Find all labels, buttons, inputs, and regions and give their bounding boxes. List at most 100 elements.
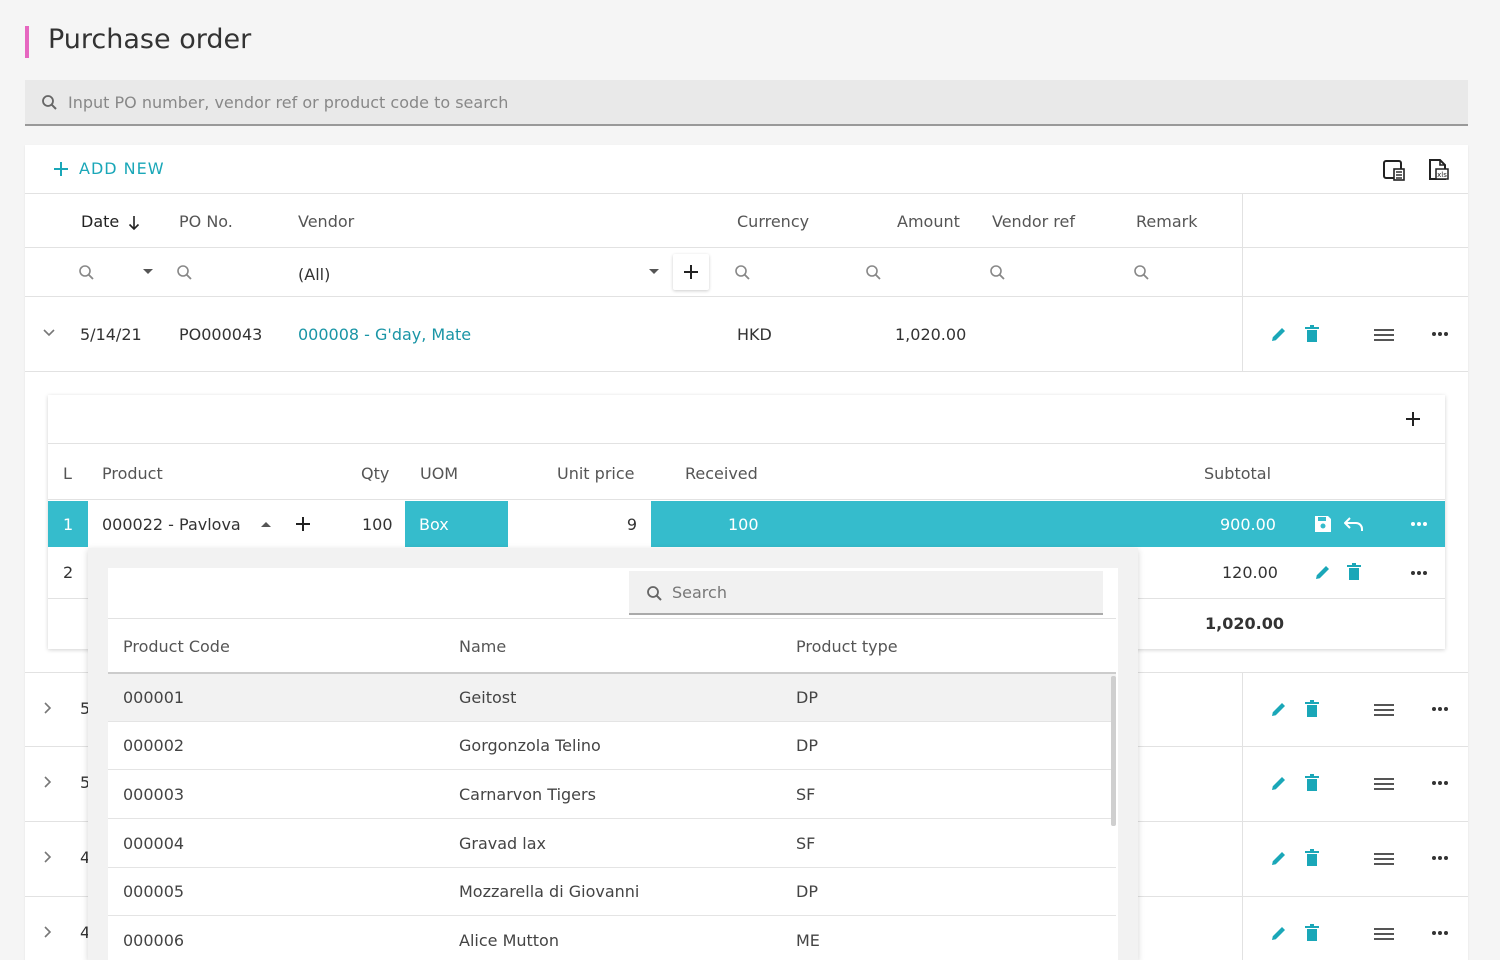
dropdown-header-name: Name — [459, 637, 507, 656]
menu-icon[interactable] — [1374, 926, 1394, 942]
delete-icon[interactable] — [1304, 849, 1320, 867]
option-code: 000002 — [123, 736, 185, 755]
header-subtotal: Subtotal — [1204, 464, 1272, 483]
delete-icon[interactable] — [1304, 700, 1320, 718]
delete-icon[interactable] — [1304, 325, 1320, 343]
plus-icon — [53, 161, 69, 177]
chevron-right-icon[interactable] — [44, 851, 52, 863]
chevron-right-icon[interactable] — [44, 702, 52, 714]
delete-icon[interactable] — [1346, 563, 1362, 581]
delete-icon[interactable] — [1304, 774, 1320, 792]
product-select[interactable]: 000022 - Pavlova 100 — [88, 501, 405, 547]
header-received: Received — [685, 464, 758, 483]
currency-filter-search-icon[interactable] — [734, 264, 752, 282]
vendor-filter-dropdown-icon[interactable] — [649, 269, 659, 275]
add-vendor-button[interactable] — [673, 254, 709, 290]
export-excel-icon[interactable]: xls — [1426, 158, 1450, 182]
dropdown-scrollbar[interactable] — [1111, 676, 1116, 826]
header-vendor-ref[interactable]: Vendor ref — [992, 212, 1075, 231]
row-date: 5/14/21 — [80, 325, 142, 344]
option-type: DP — [796, 736, 818, 755]
delete-icon[interactable] — [1304, 924, 1320, 942]
chevron-right-icon[interactable] — [44, 776, 52, 788]
plus-icon — [296, 517, 310, 531]
sort-desc-icon — [128, 215, 140, 231]
menu-icon[interactable] — [1374, 702, 1394, 718]
unit-price-input[interactable]: 9 — [508, 501, 651, 547]
option-type: SF — [796, 834, 816, 853]
date-filter-search-icon[interactable] — [78, 264, 96, 282]
dropdown-option[interactable]: 000006 Alice Mutton ME — [108, 917, 1116, 960]
search-icon — [41, 94, 59, 112]
product-value: 000022 - Pavlova — [102, 515, 241, 534]
remark-filter-search-icon[interactable] — [1133, 264, 1151, 282]
line-subtotal: 120.00 — [1222, 563, 1278, 582]
edit-icon[interactable] — [1314, 563, 1332, 581]
header-remark[interactable]: Remark — [1136, 212, 1197, 231]
add-line-button[interactable] — [1405, 411, 1421, 427]
more-icon[interactable] — [1410, 521, 1428, 527]
dropdown-option[interactable]: 000001 Geitost DP — [108, 674, 1116, 722]
save-icon[interactable] — [1314, 515, 1332, 533]
add-product-button[interactable] — [295, 516, 311, 532]
header-line: L — [63, 464, 72, 483]
header-po-no[interactable]: PO No. — [179, 212, 233, 231]
edit-icon[interactable] — [1270, 325, 1288, 343]
more-icon[interactable] — [1431, 780, 1449, 786]
header-unit-price: Unit price — [557, 464, 635, 483]
svg-text:xls: xls — [1437, 171, 1447, 179]
option-code: 000006 — [123, 931, 185, 950]
option-name: Gravad lax — [459, 834, 547, 853]
chevron-right-icon[interactable] — [44, 926, 52, 938]
search-placeholder: Input PO number, vendor ref or product c… — [68, 93, 509, 112]
unit-price-value: 9 — [626, 515, 637, 534]
amount-filter-search-icon[interactable] — [865, 264, 883, 282]
header-vendor[interactable]: Vendor — [298, 212, 354, 231]
header-uom: UOM — [420, 464, 459, 483]
po-filter-search-icon[interactable] — [176, 264, 194, 282]
dropdown-header-code: Product Code — [123, 637, 230, 656]
po-search-input[interactable]: Input PO number, vendor ref or product c… — [25, 80, 1468, 126]
search-icon — [646, 585, 664, 603]
qty-input[interactable]: 100 — [362, 515, 393, 534]
dropdown-option[interactable]: 000005 Mozzarella di Giovanni DP — [108, 868, 1116, 916]
page-title: Purchase order — [48, 24, 252, 55]
caret-up-icon[interactable] — [261, 521, 271, 527]
product-dropdown: Search Product Code Name Product type 00… — [88, 548, 1138, 960]
uom-select[interactable]: Box — [419, 515, 449, 534]
chevron-down-icon[interactable] — [43, 329, 55, 337]
more-icon[interactable] — [1431, 930, 1449, 936]
edit-icon[interactable] — [1270, 924, 1288, 942]
line-number: 2 — [63, 563, 74, 582]
edit-icon[interactable] — [1270, 774, 1288, 792]
dropdown-option[interactable]: 000004 Gravad lax SF — [108, 820, 1116, 868]
row-po-no: PO000043 — [179, 325, 263, 344]
undo-icon[interactable] — [1344, 516, 1364, 532]
menu-icon[interactable] — [1374, 776, 1394, 792]
edit-icon[interactable] — [1270, 700, 1288, 718]
vendor-filter-select[interactable]: (All) — [298, 265, 330, 284]
edit-icon[interactable] — [1270, 849, 1288, 867]
header-date[interactable]: Date — [81, 212, 140, 231]
menu-icon[interactable] — [1374, 851, 1394, 867]
header-amount[interactable]: Amount — [897, 212, 960, 231]
dropdown-search-input[interactable]: Search — [629, 571, 1103, 615]
add-new-button[interactable]: ADD NEW — [53, 159, 165, 178]
add-new-label: ADD NEW — [79, 159, 165, 178]
menu-icon[interactable] — [1374, 327, 1394, 343]
more-icon[interactable] — [1431, 855, 1449, 861]
header-currency[interactable]: Currency — [737, 212, 809, 231]
row-vendor-link[interactable]: 000008 - G'day, Mate — [298, 325, 471, 344]
more-icon[interactable] — [1410, 570, 1428, 576]
more-icon[interactable] — [1431, 331, 1449, 337]
option-name: Geitost — [459, 688, 517, 707]
column-chooser-icon[interactable] — [1382, 158, 1406, 182]
more-icon[interactable] — [1431, 706, 1449, 712]
date-filter-dropdown-icon[interactable] — [143, 269, 153, 275]
header-qty: Qty — [361, 464, 390, 483]
option-name: Alice Mutton — [459, 931, 559, 950]
editing-line-row[interactable]: 1 000022 - Pavlova 100 Box 9 100 900.00 — [48, 501, 1445, 547]
dropdown-option[interactable]: 000002 Gorgonzola Telino DP — [108, 722, 1116, 770]
vendor-ref-filter-search-icon[interactable] — [989, 264, 1007, 282]
dropdown-option[interactable]: 000003 Carnarvon Tigers SF — [108, 771, 1116, 819]
